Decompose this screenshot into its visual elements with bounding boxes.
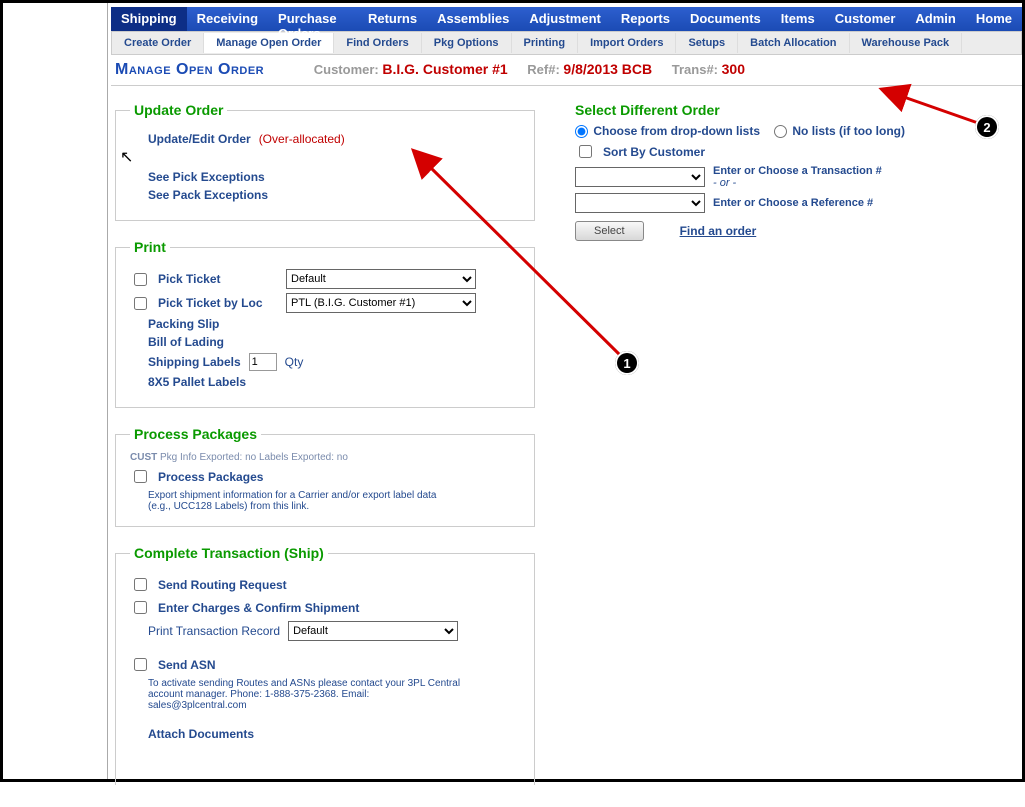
pick-ticket-loc-checkbox[interactable] [134, 297, 147, 310]
packing-slip-link[interactable]: Packing Slip [148, 317, 219, 331]
subnav-create-order[interactable]: Create Order [112, 33, 204, 53]
send-routing-link[interactable]: Send Routing Request [158, 578, 287, 592]
subnav-find-orders[interactable]: Find Orders [334, 33, 421, 53]
pick-ticket-loc-select[interactable]: PTL (B.I.G. Customer #1) [286, 293, 476, 313]
qty-label: Qty [285, 355, 304, 369]
print-legend: Print [130, 239, 170, 255]
complete-transaction-box: Complete Transaction (Ship) Send Routing… [115, 545, 535, 785]
process-packages-checkbox[interactable] [134, 470, 147, 483]
nav-returns[interactable]: Returns [358, 7, 427, 31]
pick-ticket-select[interactable]: Default [286, 269, 476, 289]
trans-label: Trans#: [672, 62, 718, 77]
process-packages-desc: Export shipment information for a Carrie… [148, 490, 448, 512]
pkg-status: Pkg Info Exported: no Labels Exported: n… [160, 452, 348, 463]
header-bar: Manage Open Order Customer: B.I.G. Custo… [111, 55, 1022, 86]
no-lists-option[interactable]: No lists (if too long) [774, 124, 905, 138]
callout-1: 1 [615, 351, 639, 375]
subnav-printing[interactable]: Printing [512, 33, 579, 53]
print-record-select[interactable]: Default [288, 621, 458, 641]
pkg-status-prefix: CUST [130, 452, 157, 463]
pick-ticket-checkbox[interactable] [134, 273, 147, 286]
nav-receiving[interactable]: Receiving [187, 7, 268, 31]
nav-assemblies[interactable]: Assemblies [427, 7, 519, 31]
nav-home[interactable]: Home [966, 7, 1022, 31]
cursor-icon: ↖ [120, 147, 133, 167]
sort-by-customer-checkbox[interactable] [579, 145, 592, 158]
trans-value: 300 [722, 61, 745, 77]
subnav-warehouse-pack[interactable]: Warehouse Pack [850, 33, 963, 53]
reference-select[interactable] [575, 193, 705, 213]
attach-documents-link[interactable]: Attach Documents [148, 727, 254, 741]
hint-reference: Enter or Choose a Reference # [713, 197, 873, 209]
subnav-import-orders[interactable]: Import Orders [578, 33, 676, 53]
main-nav: Shipping Receiving Purchase Orders Retur… [111, 7, 1022, 31]
print-box: Print Pick Ticket Default Pick Ticket by… [115, 239, 535, 408]
pallet-labels-link[interactable]: 8X5 Pallet Labels [148, 375, 246, 389]
nav-documents[interactable]: Documents [680, 7, 771, 31]
update-order-legend: Update Order [130, 102, 227, 118]
nav-customer[interactable]: Customer [825, 7, 906, 31]
enter-charges-link[interactable]: Enter Charges & Confirm Shipment [158, 601, 359, 615]
transaction-select[interactable] [575, 167, 705, 187]
ref-label: Ref#: [527, 62, 560, 77]
update-edit-order-link[interactable]: Update/Edit Order [148, 132, 251, 146]
select-different-order-header: Select Different Order [575, 102, 955, 118]
print-record-label: Print Transaction Record [148, 624, 280, 638]
subnav-batch-allocation[interactable]: Batch Allocation [738, 33, 849, 53]
select-button[interactable]: Select [575, 221, 644, 241]
update-order-box: Update Order Update/Edit Order (Over-all… [115, 102, 535, 221]
shipping-labels-link[interactable]: Shipping Labels [148, 355, 241, 369]
choose-dropdown-option[interactable]: Choose from drop-down lists [575, 124, 760, 138]
find-an-order-link[interactable]: Find an order [680, 224, 757, 238]
process-packages-legend: Process Packages [130, 426, 261, 442]
customer-label: Customer: [314, 62, 379, 77]
sub-nav: Create Order Manage Open Order Find Orde… [111, 31, 1022, 55]
subnav-pkg-options[interactable]: Pkg Options [422, 33, 512, 53]
nav-purchase-orders[interactable]: Purchase Orders [268, 7, 358, 31]
see-pack-exceptions-link[interactable]: See Pack Exceptions [148, 188, 268, 202]
pick-ticket-link[interactable]: Pick Ticket [158, 272, 278, 286]
page-title: Manage Open Order [115, 61, 264, 78]
choose-dropdown-radio[interactable] [575, 125, 588, 138]
over-allocated-note: (Over-allocated) [259, 132, 345, 146]
nav-reports[interactable]: Reports [611, 7, 680, 31]
send-asn-checkbox[interactable] [134, 658, 147, 671]
hint-or: - or - [713, 177, 736, 189]
callout-2: 2 [975, 115, 999, 139]
send-routing-checkbox[interactable] [134, 578, 147, 591]
enter-charges-checkbox[interactable] [134, 601, 147, 614]
nav-adjustment[interactable]: Adjustment [519, 7, 611, 31]
nav-items[interactable]: Items [771, 7, 825, 31]
nav-admin[interactable]: Admin [905, 7, 965, 31]
customer-value: B.I.G. Customer #1 [382, 61, 507, 77]
sort-by-customer-label: Sort By Customer [603, 145, 705, 159]
subnav-manage-open-order[interactable]: Manage Open Order [204, 33, 334, 53]
nav-shipping[interactable]: Shipping [111, 7, 187, 31]
send-asn-link[interactable]: Send ASN [158, 658, 216, 672]
process-packages-link[interactable]: Process Packages [158, 470, 263, 484]
send-asn-desc: To activate sending Routes and ASNs plea… [148, 678, 468, 711]
no-lists-radio[interactable] [774, 125, 787, 138]
ref-value: 9/8/2013 BCB [563, 61, 652, 77]
bill-of-lading-link[interactable]: Bill of Lading [148, 335, 224, 349]
process-packages-box: Process Packages CUST Pkg Info Exported:… [115, 426, 535, 527]
vertical-divider [107, 3, 108, 779]
shipping-labels-qty-input[interactable] [249, 353, 277, 371]
subnav-setups[interactable]: Setups [676, 33, 738, 53]
see-pick-exceptions-link[interactable]: See Pick Exceptions [148, 170, 265, 184]
pick-ticket-loc-link[interactable]: Pick Ticket by Loc [158, 296, 278, 310]
hint-transaction: Enter or Choose a Transaction # [713, 165, 882, 177]
complete-transaction-legend: Complete Transaction (Ship) [130, 545, 328, 561]
